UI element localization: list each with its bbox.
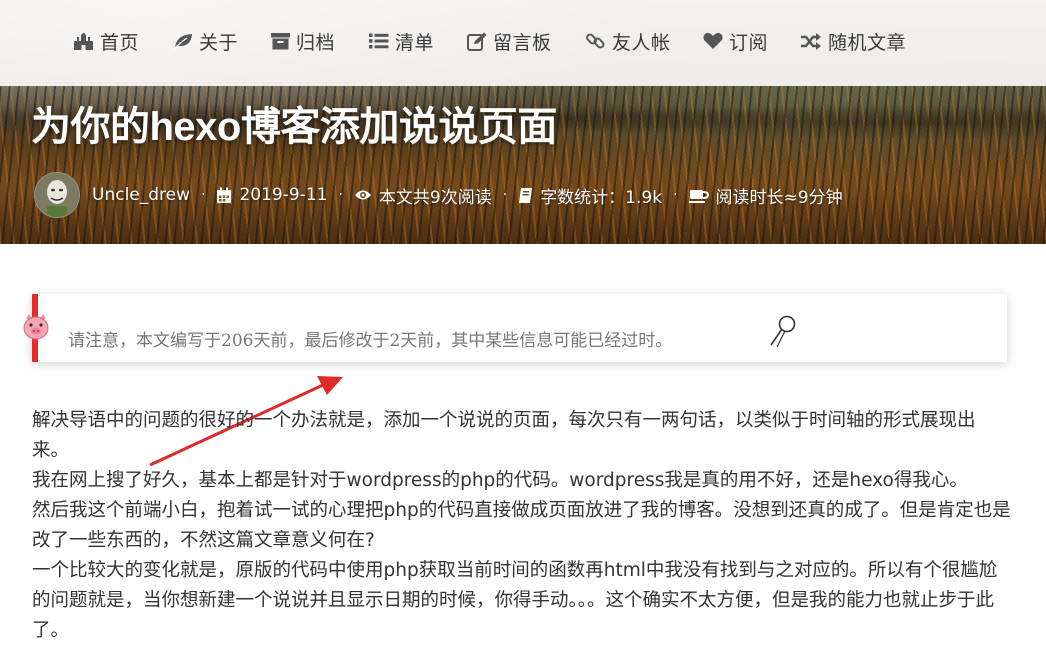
- author-name-text[interactable]: Uncle_drew: [92, 185, 190, 205]
- nav-label[interactable]: 友人帐: [612, 28, 671, 55]
- home-icon: [74, 32, 93, 50]
- post-views-text: 本文共9次阅读: [378, 187, 492, 208]
- nav-item-archive[interactable]: 归档: [271, 26, 335, 56]
- post-date: 2019-9-11: [216, 185, 327, 205]
- archive-icon: [271, 32, 290, 49]
- top-navigation: 首页 关于 归档 清单 留言板 友人帐 订阅 随机文章: [0, 0, 1046, 86]
- nav-label[interactable]: 清单: [395, 28, 434, 55]
- heart-icon: [703, 32, 723, 49]
- outdated-notice: 请注意，本文编写于206天前，最后修改于2天前，其中某些信息可能已经过时。: [32, 294, 1007, 362]
- meta-separator: ·: [201, 187, 206, 203]
- post-read-time: 阅读时长≈9分钟: [688, 183, 843, 208]
- author-name[interactable]: Uncle_drew: [92, 185, 190, 205]
- author-avatar[interactable]: [34, 172, 80, 218]
- list-icon: [369, 33, 389, 49]
- post-word-count-text: 字数统计：1.9k: [540, 187, 663, 208]
- pig-icon: [23, 314, 49, 340]
- article-paragraph: 解决导语中的问题的很好的一个办法就是，添加一个说说的页面，每次只有一两句话，以类…: [32, 410, 976, 461]
- nav-item-guestbook[interactable]: 留言板: [467, 26, 552, 56]
- nav-item-about[interactable]: 关于: [173, 26, 238, 56]
- meta-separator: ·: [502, 187, 508, 203]
- nav-item-subscribe[interactable]: 订阅: [703, 26, 768, 56]
- nav-item-list[interactable]: 清单: [369, 26, 434, 56]
- nav-label[interactable]: 随机文章: [828, 28, 906, 55]
- nav-label[interactable]: 留言板: [493, 28, 552, 55]
- post-read-time-text: 阅读时长≈9分钟: [715, 187, 843, 208]
- nav-label[interactable]: 订阅: [729, 28, 768, 55]
- nav-label[interactable]: 归档: [296, 28, 335, 55]
- post-word-count: 字数统计：1.9k: [518, 183, 662, 208]
- meta-separator: ·: [673, 187, 678, 203]
- leaf-icon: [173, 34, 192, 49]
- nav-item-random[interactable]: 随机文章: [801, 26, 906, 56]
- post-title: 为你的hexo博客添加说说页面: [31, 105, 557, 149]
- article-paragraph: 然后我这个前端小白，抱着试一试的心理把php的代码直接做成页面放进了我的博客。没…: [32, 500, 1011, 551]
- article-paragraph: 我在网上搜了好久，基本上都是针对于wordpress的php的代码。wordpr…: [32, 470, 968, 491]
- post-meta: Uncle_drew · 2019-9-11 · 本文共9次阅读 · 字数统计：…: [34, 170, 843, 220]
- link-icon: [586, 33, 605, 49]
- eye-icon: [354, 190, 371, 200]
- edit-icon: [467, 32, 487, 51]
- pushpin-icon: [770, 315, 796, 348]
- nav-item-home[interactable]: 首页: [73, 26, 139, 56]
- notice-text: 请注意，本文编写于206天前，最后修改于2天前，其中某些信息可能已经过时。: [68, 331, 673, 351]
- article-paragraph: 一个比较大的变化就是，原版的代码中使用php获取当前时间的函数再html中我没有…: [32, 560, 998, 641]
- book-icon: [519, 187, 533, 203]
- coffee-icon: [688, 189, 709, 203]
- calendar-icon: [217, 187, 232, 203]
- post-views: 本文共9次阅读: [354, 183, 492, 208]
- article-body: 解决导语中的问题的很好的一个办法就是，添加一个说说的页面，每次只有一两句话，以类…: [32, 406, 1012, 646]
- nav-label[interactable]: 关于: [199, 28, 238, 55]
- post-date-text: 2019-9-11: [239, 185, 328, 205]
- meta-separator: ·: [338, 187, 343, 203]
- nav-label[interactable]: 首页: [100, 28, 139, 55]
- shuffle-icon: [801, 32, 821, 50]
- nav-item-friends[interactable]: 友人帐: [586, 26, 671, 56]
